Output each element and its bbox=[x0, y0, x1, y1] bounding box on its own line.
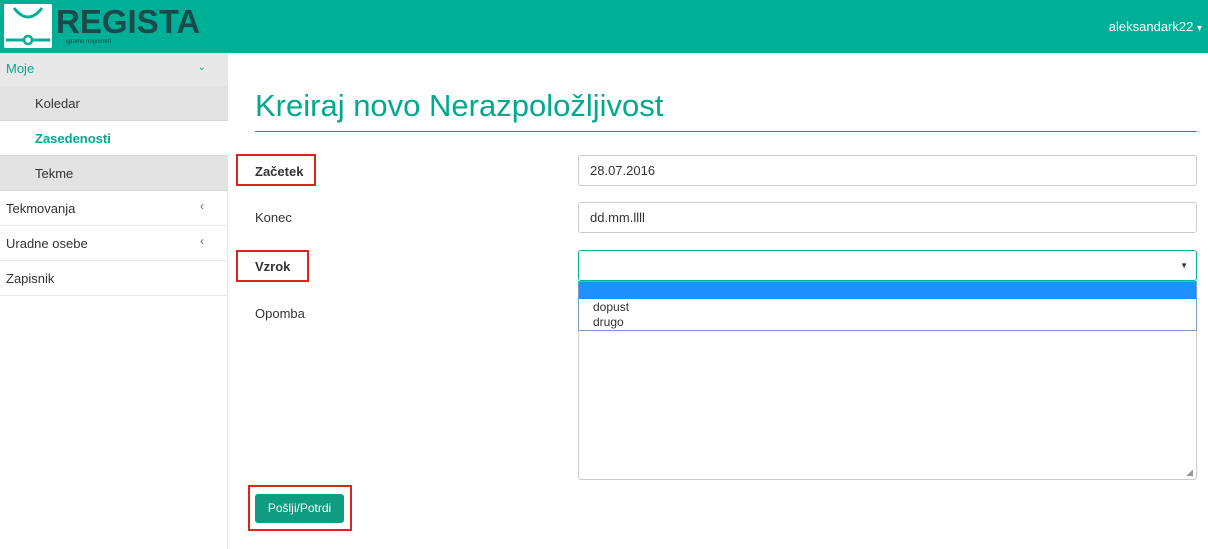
start-date-value: 28.07.2016 bbox=[590, 163, 656, 178]
reason-select[interactable]: ▼ bbox=[578, 250, 1197, 281]
chevron-left-icon: ‹ bbox=[200, 234, 204, 248]
sidebar-item-uradne-osebe[interactable]: Uradne osebe ‹ bbox=[0, 226, 228, 261]
start-date-label: Začetek bbox=[255, 164, 304, 179]
title-divider bbox=[255, 131, 1197, 132]
sidebar-item-label: Uradne osebe bbox=[6, 236, 88, 251]
user-menu[interactable]: aleksandark22 ▾ bbox=[1109, 20, 1202, 36]
option-drugo[interactable]: drugo bbox=[579, 315, 1196, 330]
note-label: Opomba bbox=[255, 306, 305, 321]
option-dopust[interactable]: dopust bbox=[579, 300, 1196, 315]
sidebar-item-label: Moje bbox=[6, 61, 35, 76]
note-textarea[interactable]: ◢ bbox=[578, 331, 1197, 480]
logo-text: REGISTA bbox=[56, 3, 201, 40]
submit-button[interactable]: Pošlji/Potrdi bbox=[255, 494, 344, 523]
sidebar-item-koledar[interactable]: Koledar bbox=[0, 86, 228, 121]
sidebar-item-label: Zapisnik bbox=[6, 271, 55, 286]
sidebar-item-label: Koledar bbox=[35, 96, 80, 111]
logo-field-icon bbox=[4, 4, 52, 48]
sidebar-item-label: Tekme bbox=[35, 166, 74, 181]
reason-options-list: dopust drugo bbox=[578, 281, 1197, 331]
regista-logo[interactable]: REGISTA igramo nogomet! bbox=[4, 4, 200, 48]
sidebar-item-label: Zasedenosti bbox=[35, 131, 111, 146]
reason-label: Vzrok bbox=[255, 259, 291, 274]
dropdown-arrow-icon: ▼ bbox=[1180, 261, 1188, 270]
end-date-placeholder: dd.mm.llll bbox=[590, 210, 645, 225]
resize-handle-icon[interactable]: ◢ bbox=[1186, 468, 1193, 477]
sidebar: Moje ⌄ Koledar Zasedenosti Tekme Tekmova… bbox=[0, 53, 228, 549]
sidebar-item-label: Tekmovanja bbox=[6, 201, 76, 216]
option-blank[interactable] bbox=[579, 282, 1196, 299]
user-name: aleksandark22 bbox=[1108, 19, 1194, 34]
sidebar-item-zasedenosti[interactable]: Zasedenosti bbox=[0, 121, 228, 156]
sidebar-item-moje[interactable]: Moje ⌄ bbox=[0, 53, 228, 86]
page-title: Kreiraj novo Nerazpoložljivost bbox=[255, 88, 664, 123]
chevron-left-icon: ‹ bbox=[200, 199, 204, 213]
logo-subtitle: igramo nogomet! bbox=[66, 39, 112, 45]
chevron-down-icon: ⌄ bbox=[197, 62, 206, 73]
end-date-label: Konec bbox=[255, 210, 292, 225]
sidebar-item-tekme[interactable]: Tekme bbox=[0, 156, 228, 191]
end-date-field[interactable]: dd.mm.llll bbox=[578, 202, 1197, 233]
top-navbar: REGISTA igramo nogomet! aleksandark22 ▾ bbox=[0, 0, 1208, 53]
start-date-field[interactable]: 28.07.2016 bbox=[578, 155, 1197, 186]
sidebar-item-zapisnik[interactable]: Zapisnik bbox=[0, 261, 228, 296]
sidebar-item-tekmovanja[interactable]: Tekmovanja ‹ bbox=[0, 191, 228, 226]
chevron-down-icon: ▾ bbox=[1196, 23, 1202, 34]
